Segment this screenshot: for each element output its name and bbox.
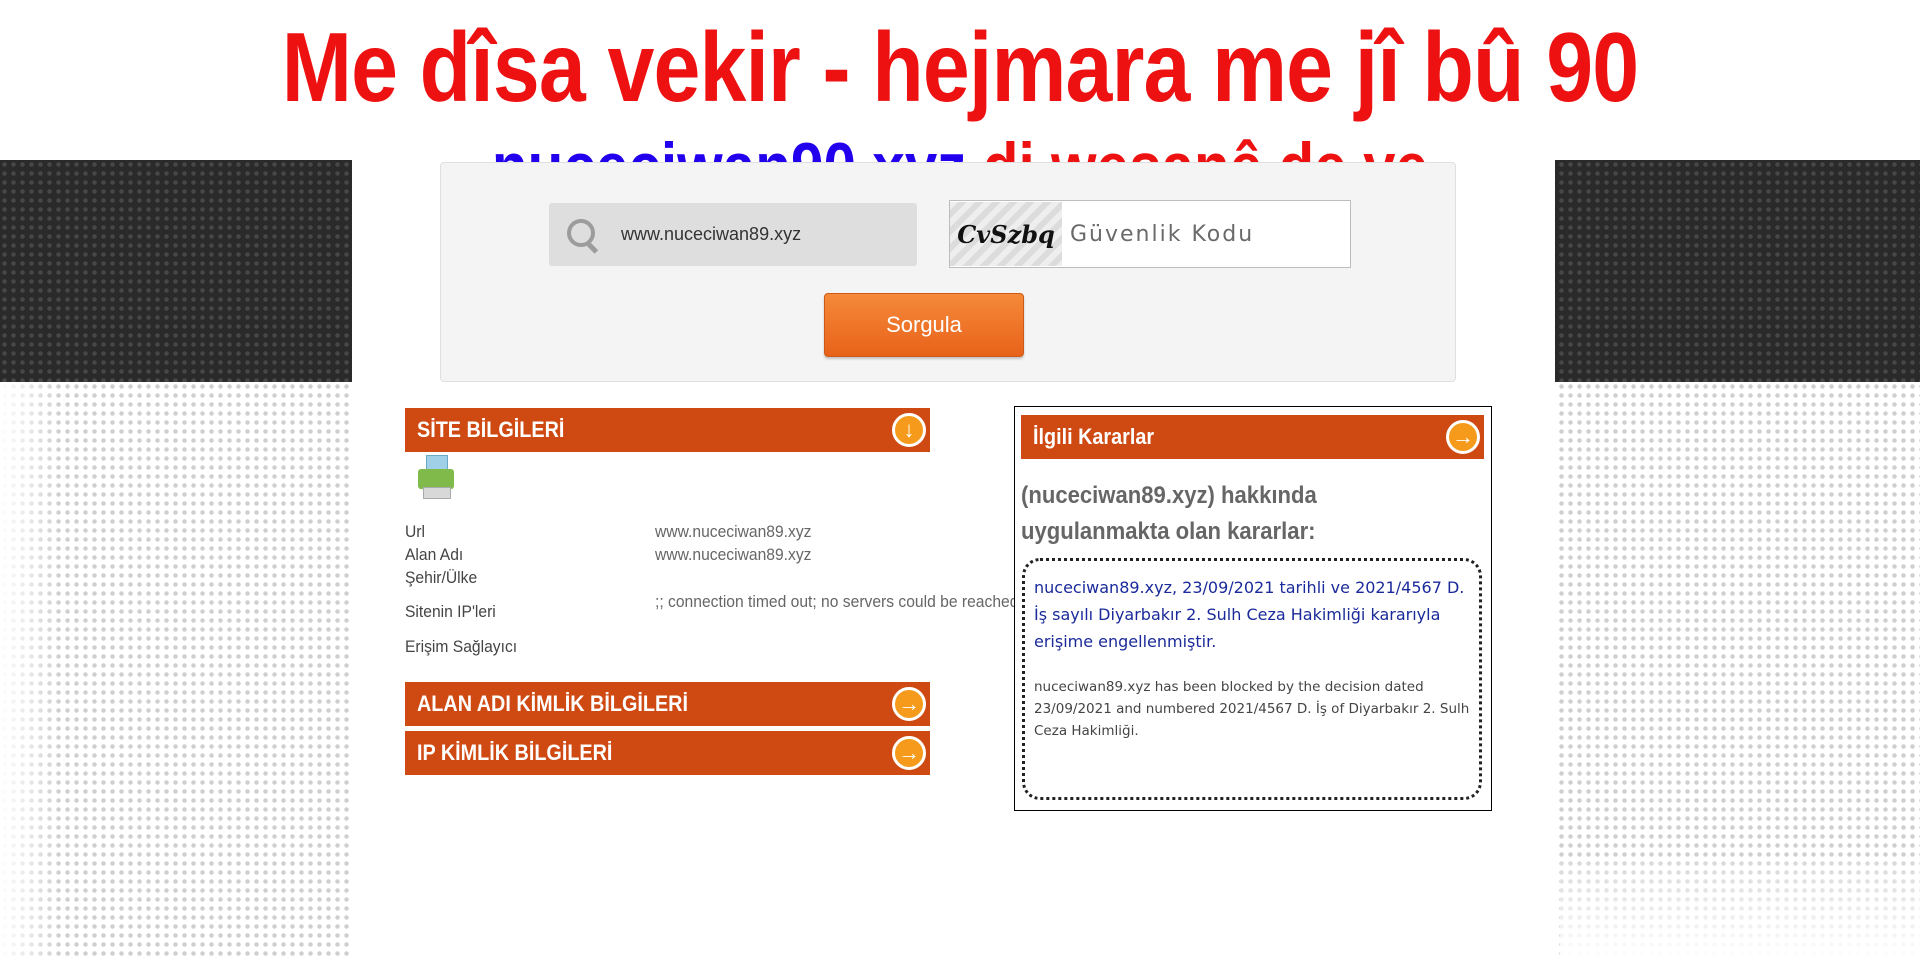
site-info-header[interactable]: SİTE BİLGİLERİ ↓ bbox=[405, 408, 930, 452]
decisions-header[interactable]: İlgili Kararlar → bbox=[1021, 415, 1484, 459]
info-value-url: www.nuceciwan89.xyz bbox=[655, 522, 812, 541]
decision-text-tr: nuceciwan89.xyz, 23/09/2021 tarihli ve 2… bbox=[1034, 578, 1465, 651]
info-label-url: Url bbox=[405, 522, 425, 541]
url-input[interactable] bbox=[619, 223, 893, 246]
captcha-input[interactable] bbox=[1068, 220, 1342, 248]
arrow-down-circle-icon[interactable]: ↓ bbox=[892, 413, 926, 447]
query-button[interactable]: Sorgula bbox=[824, 293, 1024, 357]
ip-identity-title: IP KİMLİK BİLGİLERİ bbox=[417, 740, 613, 765]
url-field[interactable] bbox=[549, 203, 917, 266]
site-info-title: SİTE BİLGİLERİ bbox=[417, 417, 565, 442]
info-value-ips: ;; connection timed out; no servers coul… bbox=[655, 592, 1019, 611]
info-label-ips: Sitenin IP'leri bbox=[405, 602, 496, 621]
ip-identity-header[interactable]: IP KİMLİK BİLGİLERİ → bbox=[405, 731, 930, 775]
printer-icon[interactable] bbox=[418, 455, 454, 499]
map-fade-bottom bbox=[1560, 860, 1920, 960]
arrow-right-circle-icon[interactable]: → bbox=[892, 687, 926, 721]
decisions-heading: (nuceciwan89.xyz) hakkında uygulanmakta … bbox=[1021, 482, 1317, 545]
domain-identity-header[interactable]: ALAN ADI KİMLİK BİLGİLERİ → bbox=[405, 682, 930, 726]
info-label-domain: Alan Adı bbox=[405, 545, 464, 564]
headline-title: Me dîsa vekir - hejmara me jî bû 90 bbox=[281, 12, 1639, 122]
info-label-city: Şehir/Ülke bbox=[405, 568, 478, 587]
arrow-right-circle-icon[interactable]: → bbox=[892, 736, 926, 770]
captcha-image: CvSzbq bbox=[950, 202, 1062, 266]
map-fade-left bbox=[0, 382, 60, 960]
info-value-domain: www.nuceciwan89.xyz bbox=[655, 545, 812, 564]
captcha-field[interactable]: CvSzbq bbox=[949, 200, 1351, 268]
decisions-title: İlgili Kararlar bbox=[1033, 424, 1155, 449]
info-label-provider: Erişim Sağlayıcı bbox=[405, 637, 518, 656]
arrow-right-circle-icon[interactable]: → bbox=[1446, 420, 1480, 454]
domain-identity-title: ALAN ADI KİMLİK BİLGİLERİ bbox=[417, 691, 688, 716]
decision-text-en: nuceciwan89.xyz has been blocked by the … bbox=[1034, 679, 1470, 739]
search-icon bbox=[565, 217, 601, 253]
